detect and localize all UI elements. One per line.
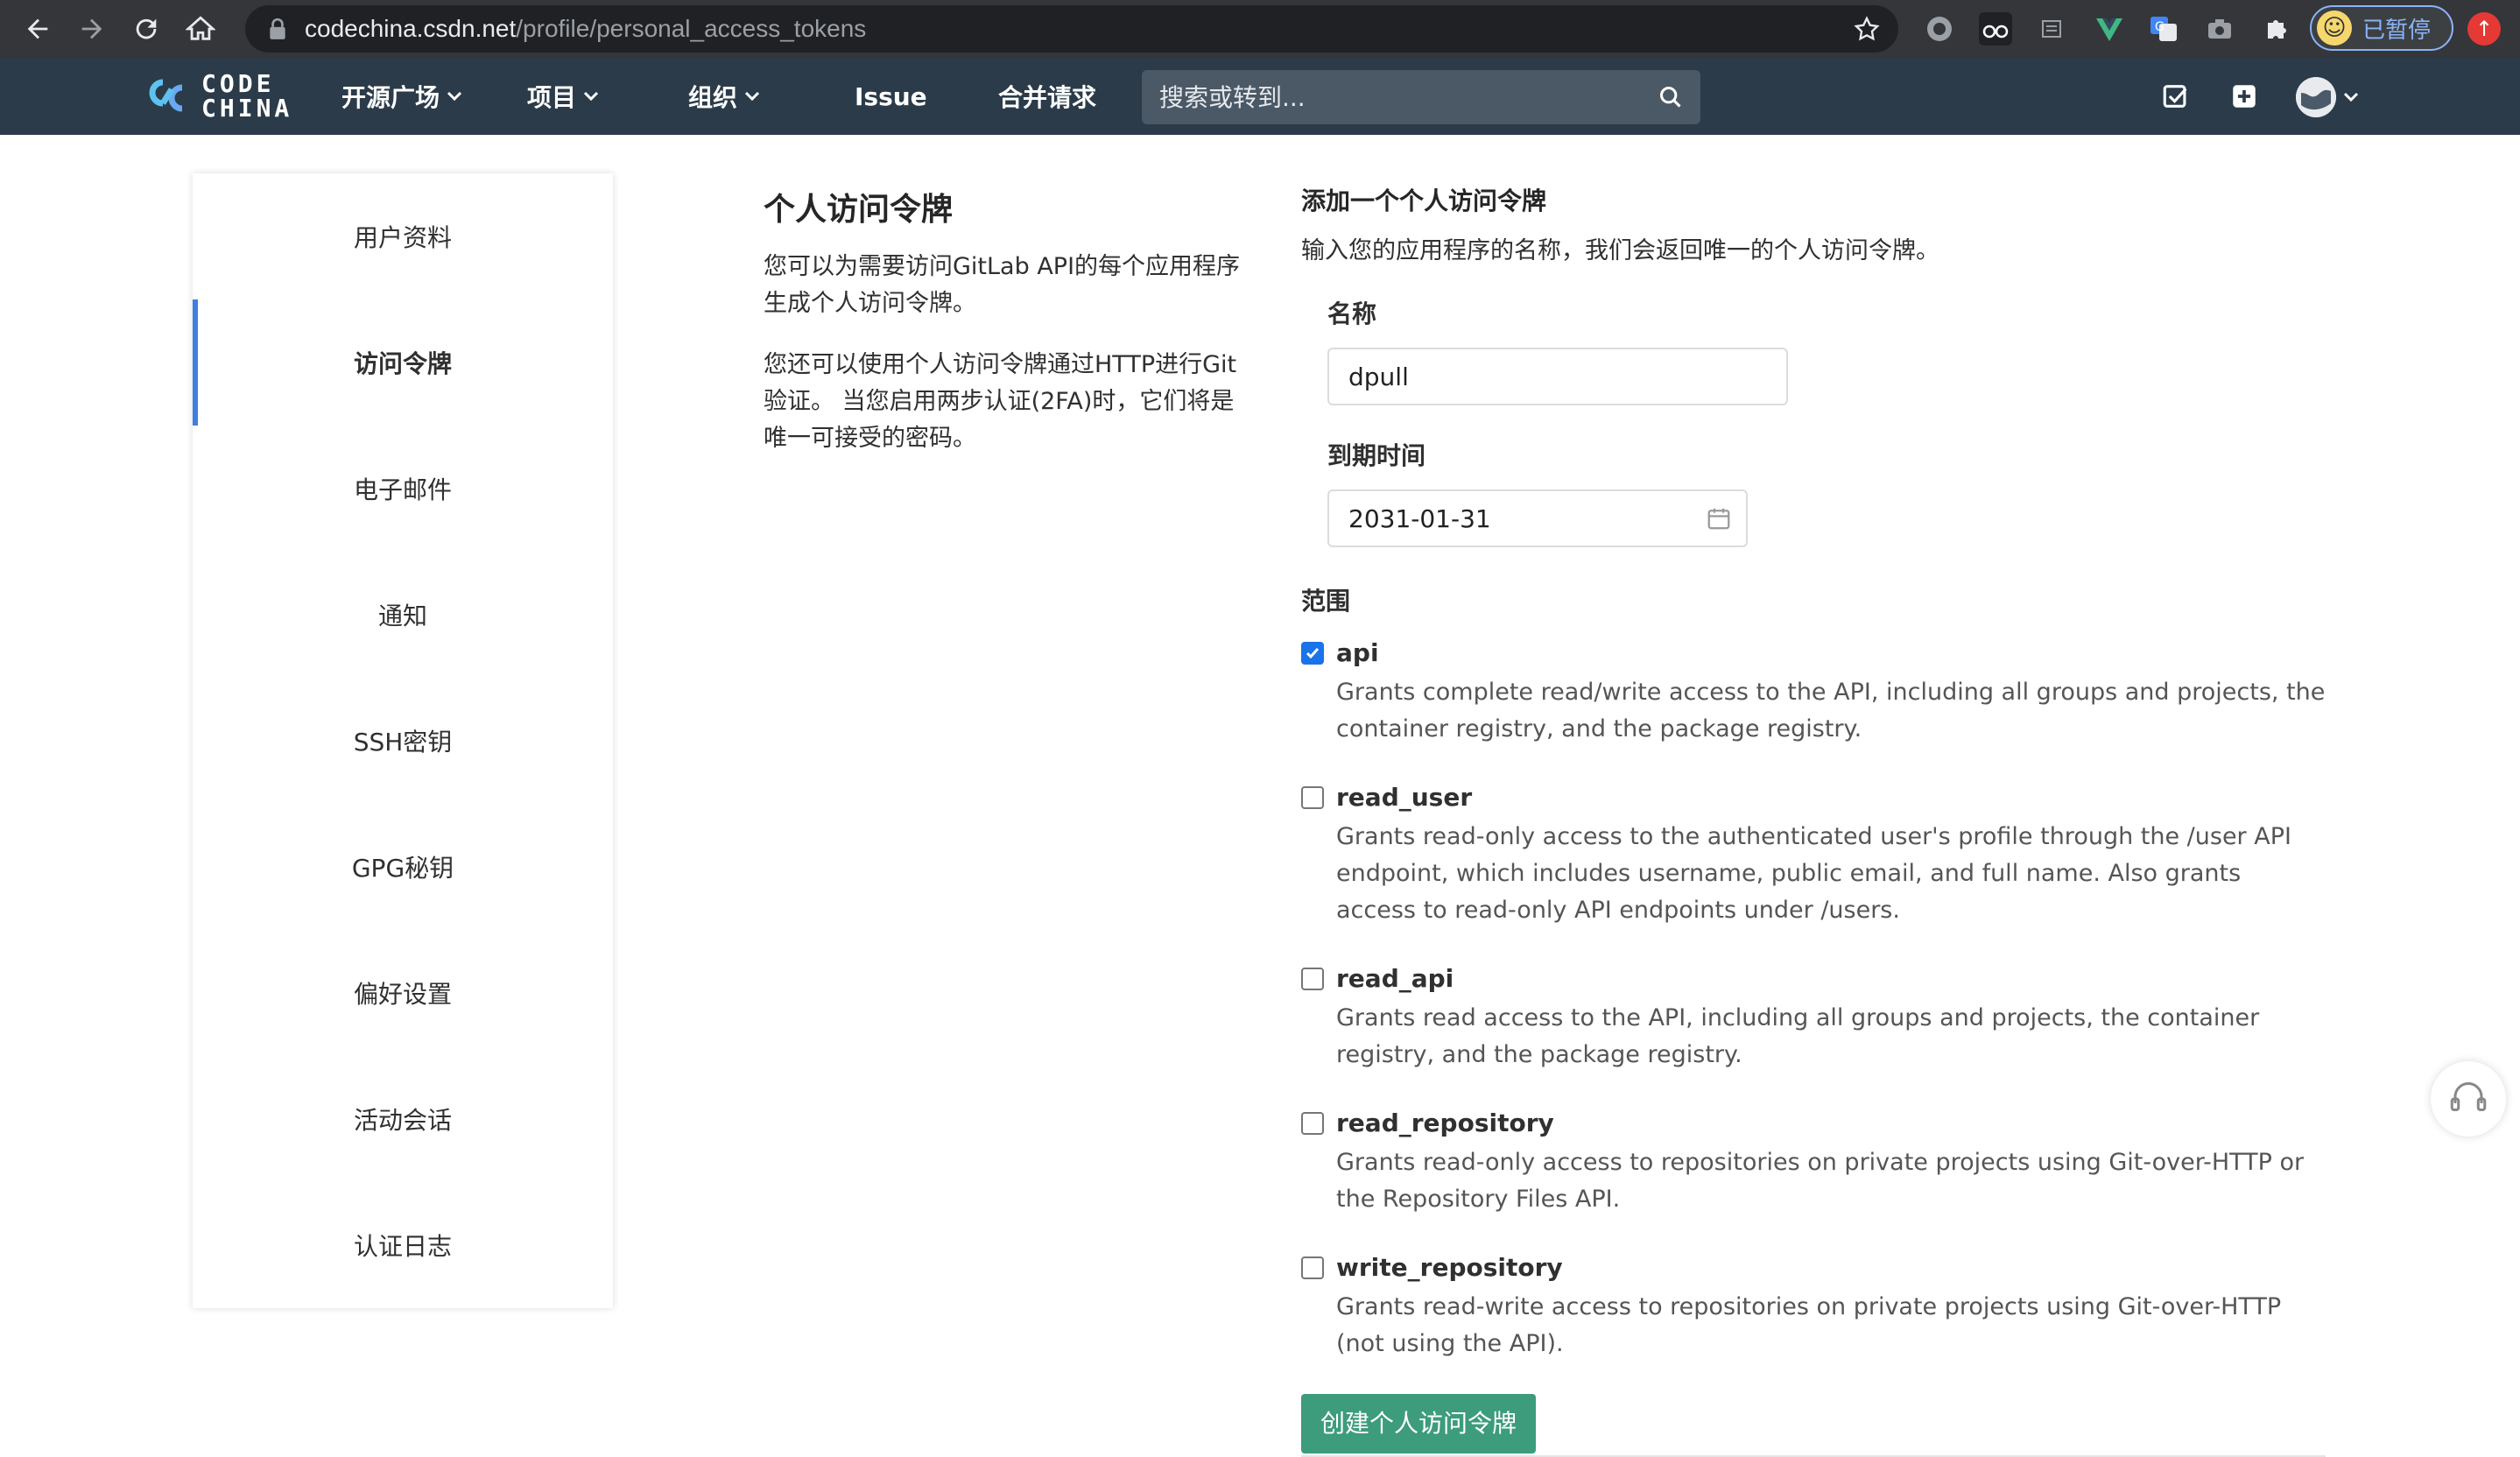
nav-issues[interactable]: Issue (855, 58, 927, 135)
scope-read-user: read_user Grants read-only access to the… (1301, 783, 2326, 929)
extension-camera-icon[interactable] (2203, 12, 2236, 46)
expiry-label: 到期时间 (1327, 441, 1426, 470)
info-paragraph-1: 您可以为需要访问GitLab API的每个应用程序生成个人访问令牌。 (764, 253, 1241, 317)
extension-record-icon[interactable] (1923, 12, 1956, 46)
name-label: 名称 (1327, 299, 1377, 328)
scope-name: read_repository (1336, 1109, 1554, 1137)
update-arrow-icon[interactable]: ↑ (2467, 12, 2501, 46)
info-paragraph-2: 您还可以使用个人访问令牌通过HTTP进行Git验证。 当您启用两步认证(2FA)… (764, 351, 1237, 452)
scope-read-repository: read_repository Grants read-only access … (1301, 1109, 2326, 1218)
home-button[interactable] (177, 5, 224, 53)
scope-description: Grants read-only access to the authentic… (1336, 823, 2291, 924)
codechina-logo-icon (149, 79, 183, 112)
search-input[interactable] (1158, 81, 1634, 113)
scope-read-repository-checkbox[interactable] (1301, 1112, 1324, 1135)
extension-glasses-icon[interactable] (1979, 12, 2012, 46)
codechina-logo[interactable]: CODE CHINA (140, 70, 292, 123)
scope-api-checkbox[interactable] (1301, 642, 1324, 665)
sidebar-item-auth-log[interactable]: 认证日志 (193, 1182, 613, 1308)
user-menu[interactable] (2296, 77, 2359, 117)
extension-reader-icon[interactable] (2035, 12, 2068, 46)
extension-translate-icon[interactable]: G (2147, 12, 2180, 46)
scopes-label: 范围 (1301, 587, 1351, 616)
extensions-puzzle-icon[interactable] (2259, 12, 2292, 46)
site-header: CODE CHINA 开源广场 项目 组织 Issue 合并请求 (0, 58, 2520, 135)
sidebar-item-active-sessions[interactable]: 活动会话 (193, 1056, 613, 1182)
sidebar-item-preferences[interactable]: 偏好设置 (193, 930, 613, 1056)
scope-read-api: read_api Grants read access to the API, … (1301, 964, 2326, 1073)
forward-button[interactable] (68, 5, 116, 53)
reload-button[interactable] (123, 5, 170, 53)
calendar-icon[interactable] (1706, 505, 1732, 531)
nav-merge-requests[interactable]: 合并请求 (998, 58, 1096, 135)
profile-status-text: 已暂停 (2362, 17, 2432, 44)
chevron-down-icon (744, 91, 760, 102)
global-search[interactable] (1142, 70, 1700, 124)
scope-name: api (1336, 638, 1379, 667)
sidebar-item-emails[interactable]: 电子邮件 (193, 426, 613, 552)
sidebar-item-notifications[interactable]: 通知 (193, 552, 613, 678)
avatar (2296, 77, 2336, 117)
checkmark-icon (1306, 648, 1320, 659)
token-name-input[interactable] (1327, 348, 1788, 405)
lock-icon (270, 18, 285, 39)
form-description: 输入您的应用程序的名称，我们会返回唯一的个人访问令牌。 (1301, 237, 1939, 264)
scope-description: Grants read-only access to repositories … (1336, 1149, 2305, 1213)
extension-vue-icon[interactable] (2093, 12, 2126, 46)
url-text: codechina.csdn.net/profile/personal_acce… (305, 15, 867, 42)
svg-text:G: G (2155, 20, 2165, 34)
scope-read-user-checkbox[interactable] (1301, 786, 1324, 809)
expiry-date-field[interactable] (1327, 489, 1748, 547)
chevron-down-icon (447, 91, 462, 102)
search-icon[interactable] (1658, 85, 1683, 109)
create-new-icon[interactable] (2229, 81, 2259, 111)
bookmark-star-icon[interactable] (1853, 15, 1881, 43)
create-token-button[interactable]: 创建个人访问令牌 (1301, 1394, 1537, 1453)
scope-description: Grants read access to the API, including… (1336, 1004, 2260, 1068)
profile-avatar-icon: ☺ (2317, 11, 2352, 46)
scope-description: Grants complete read/write access to the… (1336, 679, 2326, 743)
scope-name: read_user (1336, 783, 1473, 812)
sidebar-item-ssh-keys[interactable]: SSH密钥 (193, 678, 613, 804)
reload-icon (136, 18, 157, 39)
sidebar-item-gpg-keys[interactable]: GPG秘钥 (193, 804, 613, 930)
scope-description: Grants read-write access to repositories… (1336, 1293, 2282, 1357)
scope-write-repository-checkbox[interactable] (1301, 1256, 1324, 1279)
page-title: 个人访问令牌 (764, 192, 954, 228)
profile-paused-button[interactable]: ☺ 已暂停 (2310, 5, 2453, 51)
add-token-form: 添加一个个人访问令牌 输入您的应用程序的名称，我们会返回唯一的个人访问令牌。 名… (1301, 182, 2326, 1453)
scope-name: write_repository (1336, 1253, 1563, 1282)
scope-api: api Grants complete read/write access to… (1301, 638, 2326, 748)
scope-read-api-checkbox[interactable] (1301, 968, 1324, 990)
logo-text: CODE CHINA (201, 69, 293, 123)
scope-write-repository: write_repository Grants read-write acces… (1301, 1253, 2326, 1362)
chevron-down-icon (583, 91, 599, 102)
address-bar[interactable]: codechina.csdn.net/profile/personal_acce… (245, 5, 1898, 53)
home-icon (186, 16, 215, 40)
browser-toolbar: codechina.csdn.net/profile/personal_acce… (0, 0, 2520, 58)
headset-icon (2450, 1082, 2487, 1111)
settings-sidebar: 用户资料 访问令牌 电子邮件 通知 SSH密钥 GPG秘钥 偏好设置 活动会话 … (193, 173, 613, 1308)
scope-name: read_api (1336, 964, 1454, 993)
nav-open-source[interactable]: 开源广场 (341, 58, 462, 135)
arrow-right-icon (81, 18, 102, 39)
expiry-date-input[interactable] (1327, 489, 1748, 547)
chevron-down-icon (2343, 92, 2359, 102)
todo-check-icon[interactable] (2161, 81, 2191, 111)
nav-groups[interactable]: 组织 (688, 58, 760, 135)
sidebar-item-access-tokens[interactable]: 访问令牌 (193, 299, 613, 426)
sidebar-item-profile[interactable]: 用户资料 (193, 173, 613, 299)
form-title: 添加一个个人访问令牌 (1301, 187, 1547, 215)
nav-projects[interactable]: 项目 (527, 58, 599, 135)
customer-support-button[interactable] (2431, 1061, 2506, 1137)
arrow-left-icon (27, 18, 48, 39)
info-panel: 个人访问令牌 您可以为需要访问GitLab API的每个应用程序生成个人访问令牌… (764, 184, 1254, 482)
back-button[interactable] (14, 5, 61, 53)
